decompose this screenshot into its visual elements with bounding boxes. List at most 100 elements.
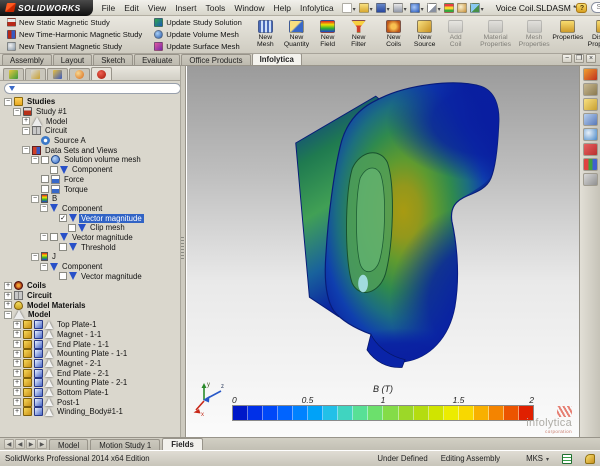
dropdown-caret-icon[interactable] <box>352 3 356 13</box>
tree-item-force[interactable]: Force <box>2 175 179 185</box>
rebuild-button[interactable] <box>444 3 454 13</box>
tab-infolytica[interactable]: Infolytica <box>252 53 302 65</box>
toolbar-button-new-coils[interactable]: New Coils <box>378 17 409 52</box>
menu-edit[interactable]: Edit <box>124 3 139 13</box>
tree-item-model[interactable]: Model <box>2 310 179 320</box>
expander-minus-icon[interactable] <box>40 204 48 212</box>
toolbar-button-new-time-harmonic-magnetic-study[interactable]: New Time-Harmonic Magnetic Study <box>5 29 144 40</box>
dropdown-caret-icon[interactable] <box>437 3 441 13</box>
tree-item-circuit[interactable]: Circuit <box>2 291 179 301</box>
expander-plus-icon[interactable] <box>13 379 21 387</box>
scrollbar-grip[interactable] <box>181 237 184 259</box>
tree-item-b[interactable]: B <box>2 194 179 204</box>
tree-item-circuit[interactable]: Circuit <box>2 126 179 136</box>
doc-minimize-button[interactable] <box>562 54 572 63</box>
expander-plus-icon[interactable] <box>13 369 21 377</box>
tab-scroll-left-button[interactable]: ◀ <box>15 439 25 449</box>
checkbox-unchecked[interactable] <box>59 272 67 280</box>
document-recovery-icon[interactable] <box>583 173 598 186</box>
tree-item-component[interactable]: Component <box>2 262 179 272</box>
tree-item-model[interactable]: Model <box>2 116 179 126</box>
menu-help[interactable]: Help <box>274 3 291 13</box>
tree-item-component[interactable]: Component <box>2 204 179 214</box>
toolbar-button-new-transient-magnetic-study[interactable]: New Transient Magnetic Study <box>5 41 144 52</box>
checkbox-checked[interactable] <box>59 214 67 222</box>
manager-tab-propertymanager[interactable] <box>25 68 46 80</box>
toolbar-button-new-static-magnetic-study[interactable]: New Static Magnetic Study <box>5 17 144 28</box>
file-explorer-icon[interactable] <box>583 98 598 111</box>
custom-properties-icon[interactable] <box>583 158 598 171</box>
tree-item-magnet-2-1[interactable]: Magnet - 2-1 <box>2 359 179 369</box>
checkbox-unchecked[interactable] <box>59 243 67 251</box>
open-button[interactable] <box>359 3 373 13</box>
checkbox-unchecked[interactable] <box>41 156 49 164</box>
expander-minus-icon[interactable] <box>22 127 30 135</box>
tree-item-coils[interactable]: Coils <box>2 281 179 291</box>
search-box[interactable] <box>591 2 600 13</box>
expander-plus-icon[interactable] <box>4 282 12 290</box>
save-button[interactable] <box>376 3 390 13</box>
expander-plus-icon[interactable] <box>4 301 12 309</box>
expander-plus-icon[interactable] <box>13 350 21 358</box>
decals-icon[interactable] <box>583 143 598 156</box>
toolbar-button-update-surface-mesh[interactable]: Update Surface Mesh <box>152 41 244 52</box>
tree-item-solution-volume-mesh[interactable]: Solution volume mesh <box>2 155 179 165</box>
tree-item-torque[interactable]: Torque <box>2 184 179 194</box>
tree-item-post-1[interactable]: Post-1 <box>2 397 179 407</box>
undo-button[interactable] <box>410 3 424 13</box>
tree-item-clip-mesh[interactable]: Clip mesh <box>2 223 179 233</box>
doc-close-button[interactable] <box>586 54 596 63</box>
tab-evaluate[interactable]: Evaluate <box>134 54 180 65</box>
design-library-icon[interactable] <box>583 83 598 96</box>
tree-item-bottom-plate-1[interactable]: Bottom Plate-1 <box>2 388 179 398</box>
search-input[interactable] <box>596 4 600 11</box>
resources-icon[interactable] <box>583 68 598 81</box>
model-render[interactable] <box>245 68 567 380</box>
tree-item-component[interactable]: Component <box>2 165 179 175</box>
menu-infolytica[interactable]: Infolytica <box>300 3 334 13</box>
expander-minus-icon[interactable] <box>40 233 48 241</box>
dropdown-caret-icon[interactable] <box>403 3 407 13</box>
tab-scroll-first-button[interactable]: ◀ <box>4 439 14 449</box>
expander-plus-icon[interactable] <box>22 117 30 125</box>
expander-plus-icon[interactable] <box>13 340 21 348</box>
checkbox-unchecked[interactable] <box>50 166 58 174</box>
appearance-button[interactable] <box>457 3 467 13</box>
expander-minus-icon[interactable] <box>40 263 48 271</box>
tree-filter-box[interactable] <box>4 83 181 94</box>
expander-plus-icon[interactable] <box>13 398 21 406</box>
tree-item-study-1[interactable]: Study #1 <box>2 107 179 117</box>
toolbar-button-display-properties[interactable]: Display Properties <box>583 17 600 52</box>
toolbar-button-properties[interactable]: Properties <box>552 17 583 52</box>
expander-minus-icon[interactable] <box>31 156 39 164</box>
tree-item-top-plate-1[interactable]: Top Plate-1 <box>2 320 179 330</box>
tree-filter-input[interactable] <box>18 85 176 92</box>
tree-item-model-materials[interactable]: Model Materials <box>2 300 179 310</box>
tab-layout[interactable]: Layout <box>53 54 92 65</box>
checkbox-unchecked[interactable] <box>41 185 49 193</box>
menu-window[interactable]: Window <box>234 3 264 13</box>
tree-item-vector-magnitude[interactable]: Vector magnitude <box>2 233 179 243</box>
expander-plus-icon[interactable] <box>13 321 21 329</box>
tree-item-data-sets-and-views[interactable]: Data Sets and Views <box>2 145 179 155</box>
tab-scroll-last-button[interactable]: ▶ <box>37 439 47 449</box>
tree-item-threshold[interactable]: Threshold <box>2 242 179 252</box>
toolbar-button-new-quantity[interactable]: New Quantity <box>281 17 312 52</box>
print-button[interactable] <box>393 3 407 13</box>
manager-tab-infolytica-manager[interactable] <box>91 67 112 80</box>
toolbar-button-new-field[interactable]: New Field <box>312 17 343 52</box>
expander-minus-icon[interactable] <box>4 98 12 106</box>
sensors-icon[interactable] <box>562 454 572 464</box>
bottom-tab-fields[interactable]: Fields <box>162 438 203 450</box>
toolbar-button-new-mesh[interactable]: New Mesh <box>250 17 281 52</box>
expander-minus-icon[interactable] <box>22 146 30 154</box>
tab-assembly[interactable]: Assembly <box>2 54 52 65</box>
expander-plus-icon[interactable] <box>4 292 12 300</box>
dropdown-caret-icon[interactable] <box>480 3 484 13</box>
graphics-viewport[interactable]: y z x B (T) 00.511.52 infolytica corpora… <box>186 66 579 437</box>
checkbox-unchecked[interactable] <box>68 224 76 232</box>
manager-tab-featuremanager[interactable] <box>3 68 24 80</box>
tab-sketch[interactable]: Sketch <box>93 54 133 65</box>
menu-view[interactable]: View <box>148 3 166 13</box>
new-document-button[interactable] <box>342 3 356 13</box>
